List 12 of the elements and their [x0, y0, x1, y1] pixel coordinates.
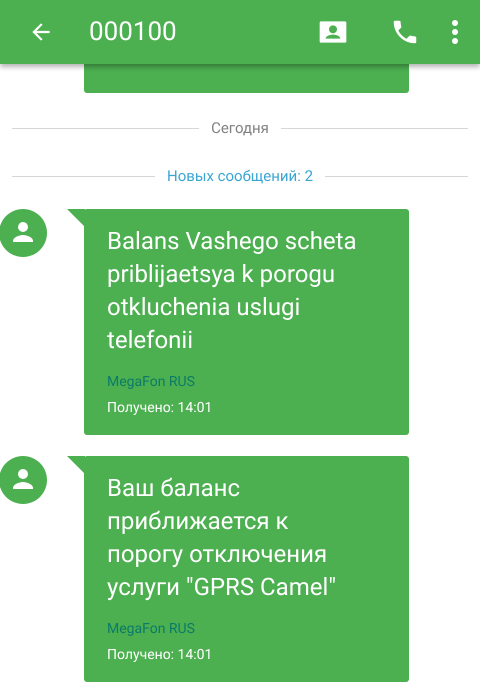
received-time: Получено: 14:01: [107, 646, 214, 664]
menu-icon: [451, 19, 459, 45]
date-label: Сегодня: [210, 119, 270, 137]
received-time: Получено: 14:01: [107, 399, 214, 417]
new-messages-label: Новых сообщений: 2: [166, 167, 314, 185]
message-text: Balans Vashego scheta priblijaetsya k porogu otkluchenia uslugi telefonii: [107, 226, 358, 356]
conversation-title: 000100: [89, 16, 177, 48]
avatar-icon: [0, 209, 47, 257]
message-text: Ваш баланс приближается к порогу отключения услуги "GPRS Camel": [107, 473, 338, 603]
sender-name: MegaFon RUS: [107, 620, 196, 638]
sender-name: MegaFon RUS: [107, 373, 196, 391]
avatar-icon: [0, 456, 47, 504]
